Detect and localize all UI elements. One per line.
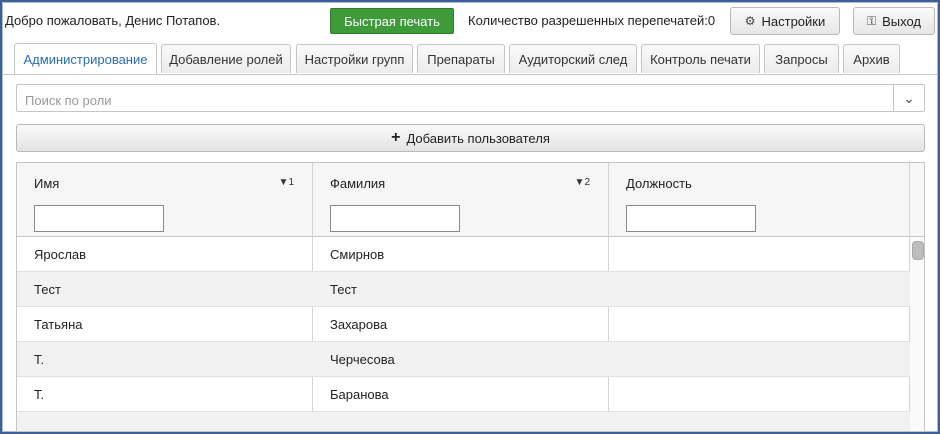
cell-first-name: Т.	[34, 387, 45, 402]
cell-first-name: Т.	[34, 352, 45, 367]
table-row[interactable]: Т. Баранова	[17, 377, 910, 412]
table-row[interactable]: Ярослав Смирнов	[17, 237, 910, 272]
table-row[interactable]	[17, 412, 910, 431]
cell-last-name: Черчесова	[330, 352, 395, 367]
tab-administration[interactable]: Администрирование	[14, 43, 157, 74]
role-search: ⌄	[16, 84, 925, 112]
exit-label: Выход	[882, 13, 922, 29]
first-name-filter-input[interactable]	[34, 205, 164, 232]
caret-down-icon[interactable]: ▼2	[575, 177, 590, 188]
cell-first-name: Татьяна	[34, 317, 83, 332]
welcome-text: Добро пожаловать, Денис Потапов.	[5, 13, 221, 28]
column-header[interactable]: Имя ▼1	[17, 163, 312, 237]
column-header-label: Должность	[626, 176, 692, 191]
settings-button[interactable]: ⚙ Настройки	[730, 7, 840, 35]
position-filter-input[interactable]	[626, 205, 756, 232]
cell-last-name: Захарова	[330, 317, 388, 332]
gears-icon: ⚙	[744, 14, 756, 28]
exit-button[interactable]: ⚿ Выход	[853, 7, 935, 35]
settings-label: Настройки	[761, 13, 826, 29]
add-user-button[interactable]: + Добавить пользователя	[16, 124, 925, 152]
last-name-filter-input[interactable]	[330, 205, 460, 232]
scrollbar-thumb[interactable]	[912, 241, 924, 260]
tab-drugs[interactable]: Препараты	[417, 44, 505, 73]
add-user-label: Добавить пользователя	[406, 130, 550, 146]
caret-down-icon[interactable]: ▼1	[279, 177, 294, 188]
table-row[interactable]: Тест Тест	[17, 272, 910, 307]
top-bar: Добро пожаловать, Денис Потапов. Быстрая…	[2, 2, 938, 38]
users-grid: Имя ▼1 Фамилия ▼2 Должность Ярослав Смир…	[16, 162, 925, 432]
app-window: Добро пожаловать, Денис Потапов. Быстрая…	[0, 0, 940, 434]
plus-icon: +	[391, 129, 401, 146]
tab-add-roles[interactable]: Добавление ролей	[161, 44, 291, 73]
tab-print-control[interactable]: Контроль печати	[641, 44, 760, 73]
reprints-count: Количество разрешенных перепечатей:0	[468, 13, 716, 28]
column-header-label: Фамилия	[330, 176, 386, 191]
tab-requests[interactable]: Запросы	[764, 44, 839, 73]
cell-last-name: Смирнов	[330, 247, 385, 262]
cell-first-name: Тест	[34, 282, 61, 297]
grid-scrollbar[interactable]	[910, 237, 924, 431]
tab-audit-trail[interactable]: Аудиторский след	[509, 44, 637, 73]
role-search-input[interactable]	[23, 89, 887, 111]
cell-last-name: Тест	[330, 282, 357, 297]
tab-archive[interactable]: Архив	[843, 44, 900, 73]
table-row[interactable]: Татьяна Захарова	[17, 307, 910, 342]
chevron-down-icon[interactable]: ⌄	[893, 85, 924, 111]
quick-print-button[interactable]: Быстрая печать	[330, 8, 454, 34]
tab-group-settings[interactable]: Настройки групп	[296, 44, 413, 73]
column-header-label: Имя	[34, 176, 60, 191]
header-filler	[910, 163, 924, 237]
column-header[interactable]: Должность	[609, 163, 909, 237]
table-row[interactable]: Т. Черчесова	[17, 342, 910, 377]
key-icon: ⚿	[866, 13, 877, 28]
column-header[interactable]: Фамилия ▼2	[313, 163, 608, 237]
cell-first-name: Ярослав	[34, 247, 87, 262]
tab-bar: Администрирование Добавление ролей Настр…	[2, 40, 938, 75]
cell-last-name: Баранова	[330, 387, 389, 402]
